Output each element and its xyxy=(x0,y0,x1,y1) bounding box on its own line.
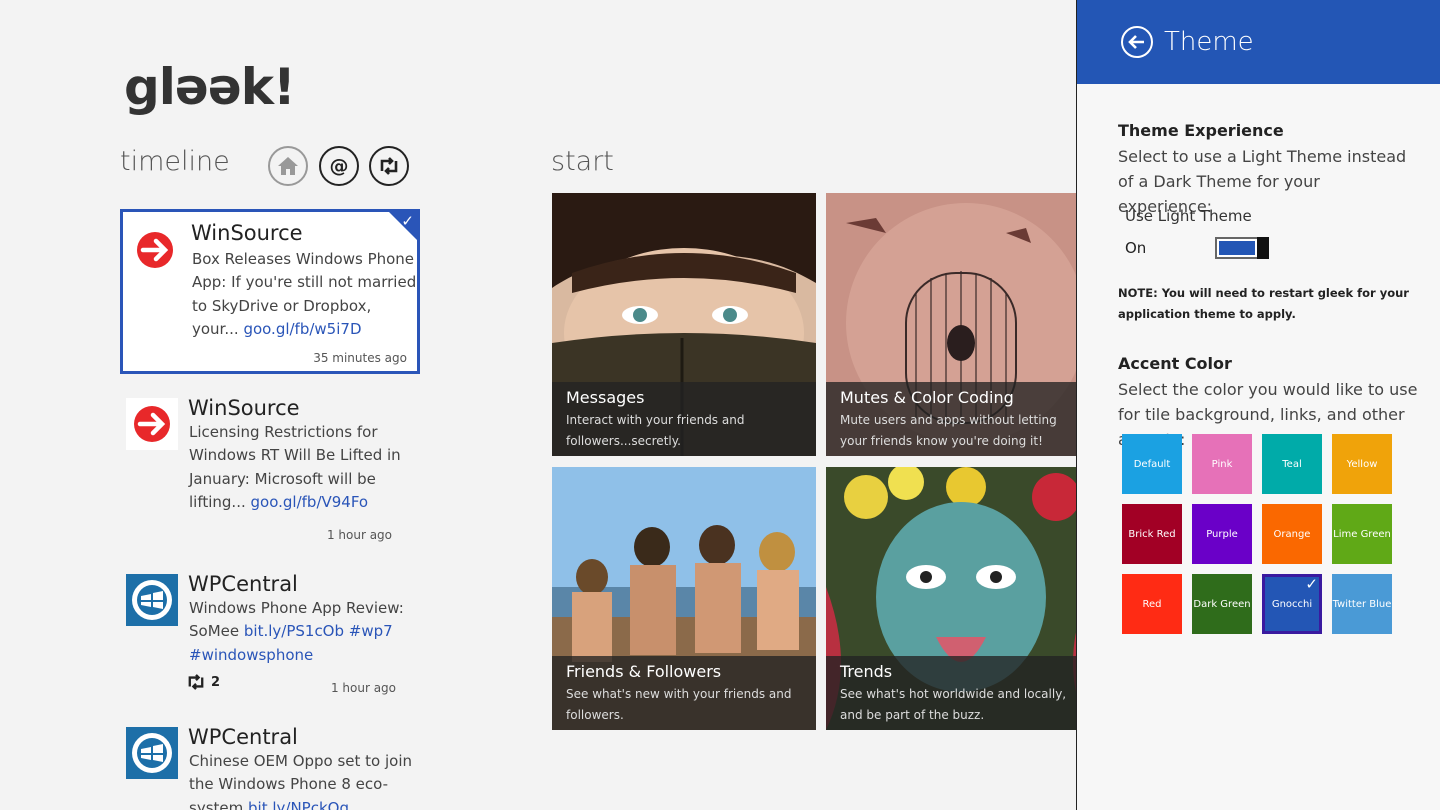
toggle-fill xyxy=(1219,241,1255,255)
accent-swatch-yellow[interactable]: Yellow xyxy=(1332,434,1392,494)
swatch-label: Default xyxy=(1133,458,1171,470)
tweet-item[interactable]: ✓ WinSource Box Releases Windows Phone A… xyxy=(120,209,420,374)
light-theme-toggle[interactable] xyxy=(1215,237,1269,259)
tile-trends[interactable]: Trends See what's hot worldwide and loca… xyxy=(826,467,1090,730)
back-arrow-icon xyxy=(1128,35,1144,49)
tweet-link[interactable]: goo.gl/fb/V94Fo xyxy=(251,493,369,511)
accent-swatch-brick-red[interactable]: Brick Red xyxy=(1122,504,1182,564)
accent-swatch-pink[interactable]: Pink xyxy=(1192,434,1252,494)
swatch-label: Gnocchi xyxy=(1271,598,1313,610)
tile-caption: Messages Interact with your friends and … xyxy=(552,382,816,456)
tile-desc: Mute users and apps without letting your… xyxy=(840,413,1057,448)
accent-swatch-teal[interactable]: Teal xyxy=(1262,434,1322,494)
back-button[interactable] xyxy=(1121,26,1153,58)
home-button[interactable] xyxy=(268,146,308,186)
swatch-label: Orange xyxy=(1273,528,1311,540)
tile-desc: See what's new with your friends and fol… xyxy=(566,687,792,722)
tile-friends-followers[interactable]: Friends & Followers See what's new with … xyxy=(552,467,816,730)
timeline-header: timeline @ xyxy=(120,144,420,186)
accent-swatch-dark-green[interactable]: Dark Green xyxy=(1192,574,1252,634)
retweet-count: 2 xyxy=(186,674,220,690)
tweet-link[interactable]: goo.gl/fb/w5i7D xyxy=(243,320,361,338)
theme-experience-title: Theme Experience xyxy=(1118,121,1284,140)
tile-desc: Interact with your friends and followers… xyxy=(566,413,745,448)
tile-title: Messages xyxy=(566,388,645,407)
tile-messages[interactable]: Messages Interact with your friends and … xyxy=(552,193,816,456)
retweets-button[interactable] xyxy=(369,146,409,186)
tweet-link[interactable]: bit.ly/NPckOq xyxy=(248,799,349,810)
tweet-time: 35 minutes ago xyxy=(313,351,407,365)
tile-caption: Friends & Followers See what's new with … xyxy=(552,656,816,730)
swatch-label: Lime Green xyxy=(1333,528,1391,540)
accent-swatch-lime-green[interactable]: Lime Green xyxy=(1332,504,1392,564)
accent-swatch-gnocchi[interactable]: Gnocchi ✓ xyxy=(1262,574,1322,634)
accent-swatch-red[interactable]: Red xyxy=(1122,574,1182,634)
swatch-label: Teal xyxy=(1282,458,1302,470)
tweet-text: Windows Phone App Review: SoMee bit.ly/P… xyxy=(189,599,404,664)
avatar xyxy=(129,224,181,276)
tweet-item[interactable]: WinSource Licensing Restrictions for Win… xyxy=(120,388,420,548)
swatch-label: Brick Red xyxy=(1128,528,1176,540)
toggle-thumb[interactable] xyxy=(1257,237,1269,259)
retweet-icon xyxy=(380,157,398,175)
tweet-text: Licensing Restrictions for Windows RT Wi… xyxy=(189,423,401,511)
accent-color-title: Accent Color xyxy=(1118,354,1232,373)
check-icon: ✓ xyxy=(401,212,414,230)
swatch-label: Pink xyxy=(1211,458,1233,470)
app-logo: glǝǝk! xyxy=(124,58,296,116)
panel-title: Theme xyxy=(1164,27,1254,57)
swatch-label: Dark Green xyxy=(1193,598,1251,610)
tweet-author: WinSource xyxy=(191,221,303,245)
tile-title: Friends & Followers xyxy=(566,662,722,681)
accent-swatch-default[interactable]: Default xyxy=(1122,434,1182,494)
home-icon xyxy=(278,157,298,175)
avatar xyxy=(126,727,178,779)
accent-swatch-orange[interactable]: Orange xyxy=(1262,504,1322,564)
avatar xyxy=(126,398,178,450)
tile-caption: Trends See what's hot worldwide and loca… xyxy=(826,656,1090,730)
tweet-author: WPCentral xyxy=(188,725,298,749)
tile-mutes-color-coding[interactable]: Mutes & Color Coding Mute users and apps… xyxy=(826,193,1090,456)
tweet-time: 1 hour ago xyxy=(326,528,392,542)
tile-title: Trends xyxy=(840,662,893,681)
mentions-button[interactable]: @ xyxy=(319,146,359,186)
tweet-text: Chinese OEM Oppo set to join the Windows… xyxy=(189,750,415,810)
tweet-item[interactable]: WPCentral Windows Phone App Review: SoMe… xyxy=(120,564,420,704)
check-icon: ✓ xyxy=(1305,575,1318,593)
tile-title: Mutes & Color Coding xyxy=(840,388,1014,407)
light-theme-state: On xyxy=(1125,239,1147,257)
tweet-item[interactable]: WPCentral Chinese OEM Oppo set to join t… xyxy=(120,717,420,810)
light-theme-label: Use Light Theme xyxy=(1125,207,1252,225)
tile-caption: Mutes & Color Coding Mute users and apps… xyxy=(826,382,1090,456)
tweet-author: WPCentral xyxy=(188,572,298,596)
avatar xyxy=(126,574,178,626)
timeline-title: timeline xyxy=(120,146,230,177)
theme-panel: Theme Theme Experience Select to use a L… xyxy=(1076,0,1440,810)
accent-swatch-purple[interactable]: Purple xyxy=(1192,504,1252,564)
swatch-label: Yellow xyxy=(1346,458,1378,470)
swatch-label: Red xyxy=(1142,598,1162,610)
swatch-label: Twitter Blue xyxy=(1332,598,1392,610)
tweet-author: WinSource xyxy=(188,396,300,420)
accent-swatch-twitter-blue[interactable]: Twitter Blue xyxy=(1332,574,1392,634)
panel-header: Theme xyxy=(1077,0,1440,84)
restart-note: NOTE: You will need to restart gleek for… xyxy=(1118,286,1409,321)
tile-desc: See what's hot worldwide and locally, an… xyxy=(840,687,1067,722)
tweet-text: Box Releases Windows Phone App: If you'r… xyxy=(192,250,417,338)
retweet-icon xyxy=(188,674,204,690)
start-title: start xyxy=(551,146,614,177)
tweet-time: 1 hour ago xyxy=(330,681,396,695)
swatch-label: Purple xyxy=(1206,528,1238,540)
at-icon: @ xyxy=(329,155,349,177)
